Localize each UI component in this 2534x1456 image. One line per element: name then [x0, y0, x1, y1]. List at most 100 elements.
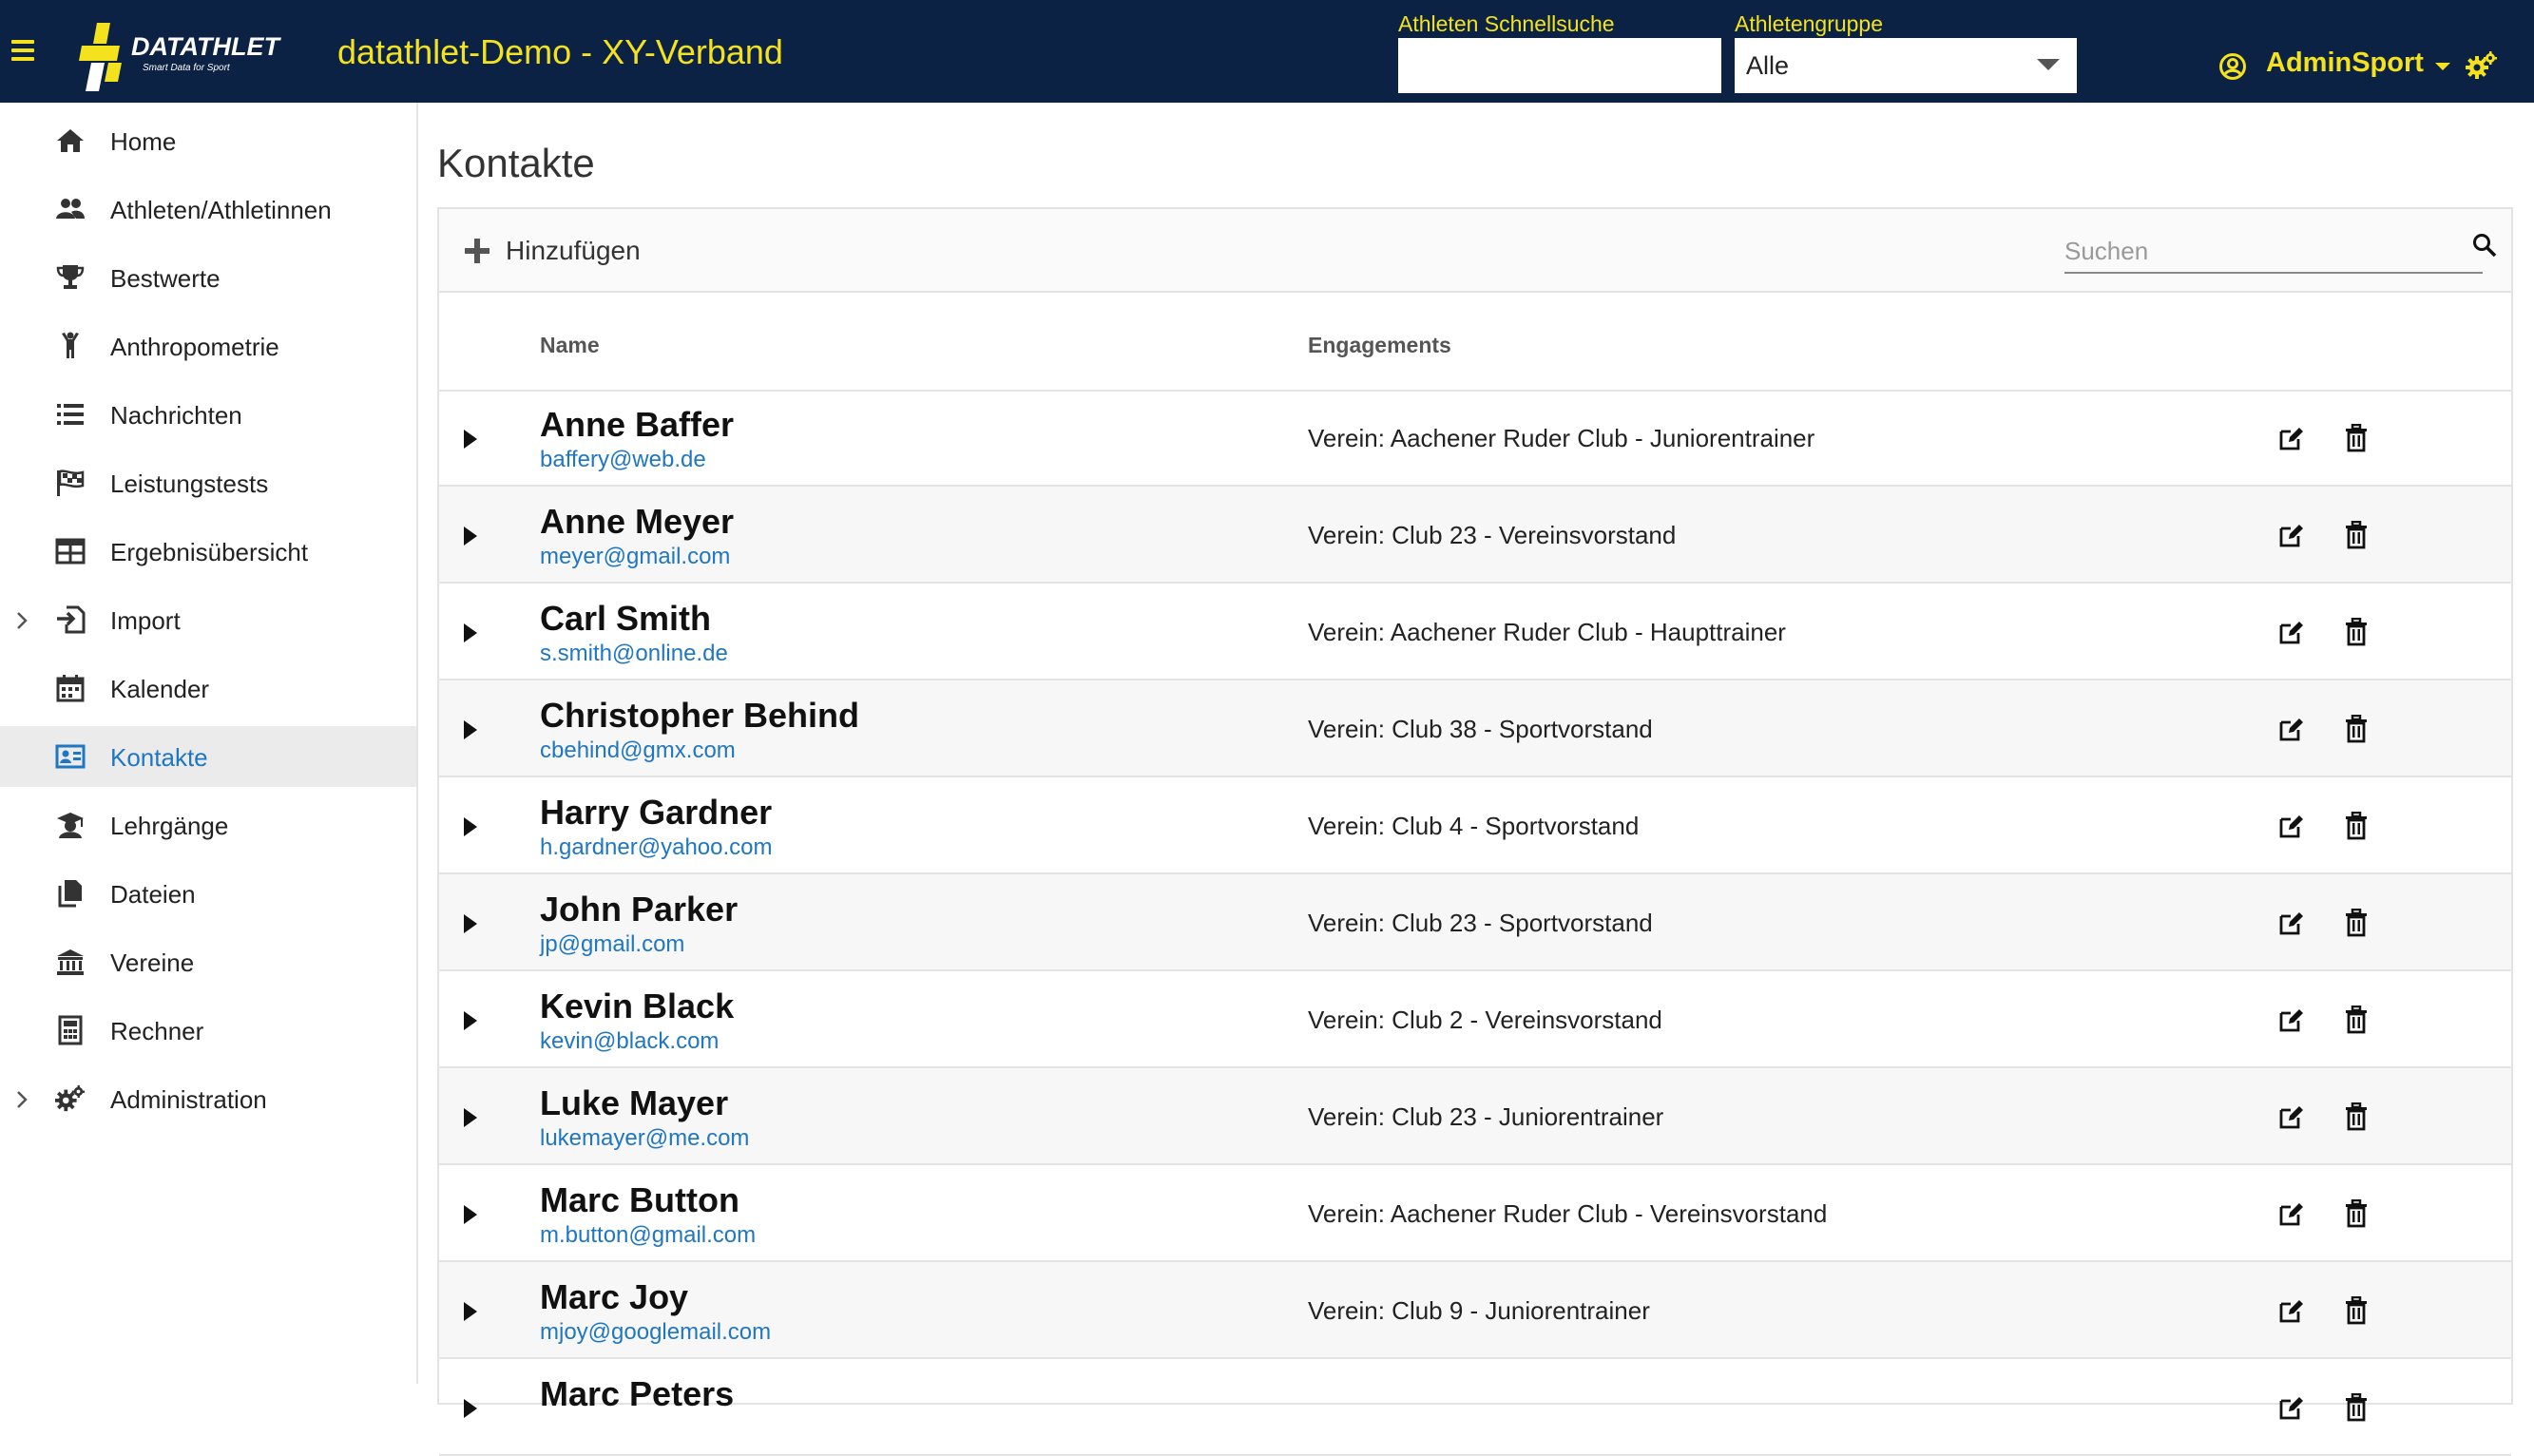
table-row[interactable]: Luke Mayer lukemayer@me.com Verein: Club 2… [439, 1068, 2511, 1165]
edit-icon[interactable] [2277, 715, 2306, 748]
column-header-engagements[interactable]: Engagements [1308, 333, 1451, 358]
table-row[interactable]: John Parker jp@gmail.com Verein: Club 23 -… [439, 874, 2511, 971]
sidebar-item-home[interactable]: Home [0, 110, 416, 171]
edit-icon[interactable] [2277, 424, 2306, 457]
delete-icon[interactable] [2344, 423, 2369, 457]
search-icon[interactable] [2471, 232, 2498, 259]
home-icon [57, 129, 84, 152]
delete-icon[interactable] [2344, 1198, 2369, 1233]
expand-row-icon[interactable] [464, 817, 477, 836]
logo-tagline: Smart Data for Sport [143, 63, 231, 73]
sidebar-item-leistungstests[interactable]: Leistungstests [0, 452, 416, 513]
contact-name: Kevin Black [540, 987, 735, 1025]
table-row[interactable]: Marc Peters [439, 1359, 2511, 1456]
contact-email-link[interactable]: m.button@gmail.com [540, 1222, 756, 1249]
expand-row-icon[interactable] [464, 623, 477, 642]
sidebar-item-label: Import [110, 606, 181, 635]
contact-email-link[interactable]: cbehind@gmx.com [540, 738, 736, 764]
sidebar-item-bestwerte[interactable]: Bestwerte [0, 247, 416, 308]
delete-icon[interactable] [2344, 811, 2369, 845]
delete-icon[interactable] [2344, 714, 2369, 748]
sidebar-item-administration[interactable]: Administration [0, 1068, 416, 1129]
contact-name: Anne Baffer [540, 405, 735, 444]
table-row[interactable]: Marc Joy mjoy@googlemail.com Verein: Club … [439, 1262, 2511, 1359]
contact-engagement: Verein: Club 23 - Juniorentrainer [1308, 1102, 1664, 1131]
trophy-icon [56, 265, 85, 289]
contact-name: Anne Meyer [540, 502, 735, 541]
table-row[interactable]: Marc Button m.button@gmail.com Verein: Aac… [439, 1165, 2511, 1262]
delete-icon[interactable] [2344, 1005, 2369, 1039]
edit-icon[interactable] [2277, 1296, 2306, 1330]
sidebar-item-label: Anthropometrie [110, 333, 279, 361]
contact-email-link[interactable]: s.smith@online.de [540, 641, 728, 667]
calculator-icon [58, 1015, 83, 1045]
delete-icon[interactable] [2344, 1102, 2369, 1136]
table-row[interactable]: Anne Baffer baffery@web.de Verein: Aachene… [439, 390, 2511, 487]
files-icon [58, 880, 82, 908]
athlete-group-select[interactable]: Alle [1735, 38, 2077, 93]
sidebar-item-ergebnisuebersicht[interactable]: Ergebnisübersicht [0, 521, 416, 582]
delete-icon[interactable] [2344, 617, 2369, 651]
sidebar-item-athletes[interactable]: Athleten/Athletinnen [0, 179, 416, 239]
contact-email-link[interactable]: mjoy@googlemail.com [540, 1319, 771, 1346]
table-row[interactable]: Kevin Black kevin@black.com Verein: Club 2… [439, 971, 2511, 1068]
edit-icon[interactable] [2277, 1102, 2306, 1136]
edit-icon[interactable] [2277, 1199, 2306, 1233]
edit-icon[interactable] [2277, 521, 2306, 554]
chevron-right-icon[interactable] [15, 610, 29, 631]
datathlet-logo[interactable]: DATATHLET Smart Data for Sport [78, 23, 297, 91]
sidebar-item-rechner[interactable]: Rechner [0, 1000, 416, 1061]
chevron-right-icon[interactable] [15, 1089, 29, 1110]
edit-icon[interactable] [2277, 812, 2306, 845]
sidebar-item-kalender[interactable]: Kalender [0, 658, 416, 718]
search-input[interactable] [2064, 230, 2483, 274]
sidebar-item-label: Bestwerte [110, 264, 221, 293]
table-row[interactable]: Anne Meyer meyer@gmail.com Verein: Club 23… [439, 487, 2511, 584]
hamburger-menu-icon[interactable] [11, 40, 34, 63]
sidebar-item-nachrichten[interactable]: Nachrichten [0, 384, 416, 445]
contact-email-link[interactable]: h.gardner@yahoo.com [540, 834, 773, 861]
edit-icon[interactable] [2277, 1393, 2306, 1427]
table-row[interactable]: Harry Gardner h.gardner@yahoo.com Verein: … [439, 777, 2511, 874]
sidebar-item-label: Leistungstests [110, 469, 269, 498]
expand-row-icon[interactable] [464, 914, 477, 933]
expand-row-icon[interactable] [464, 1108, 477, 1127]
sidebar-item-dateien[interactable]: Dateien [0, 863, 416, 924]
delete-icon[interactable] [2344, 1392, 2369, 1427]
expand-row-icon[interactable] [464, 1399, 477, 1418]
contact-email-link[interactable]: meyer@gmail.com [540, 544, 730, 570]
sidebar-item-import[interactable]: Import [0, 589, 416, 650]
delete-icon[interactable] [2344, 1295, 2369, 1330]
sidebar-item-label: Vereine [110, 948, 195, 977]
delete-icon[interactable] [2344, 520, 2369, 554]
column-header-name[interactable]: Name [540, 333, 600, 358]
delete-icon[interactable] [2344, 908, 2369, 942]
table-row[interactable]: Carl Smith s.smith@online.de Verein: Aache… [439, 584, 2511, 680]
sidebar-item-label: Ergebnisübersicht [110, 538, 309, 566]
cogs-icon[interactable] [2466, 51, 2498, 80]
contact-email-link[interactable]: lukemayer@me.com [540, 1125, 749, 1152]
edit-icon[interactable] [2277, 909, 2306, 942]
user-circle-icon [2219, 53, 2246, 80]
contact-email-link[interactable]: kevin@black.com [540, 1028, 719, 1055]
expand-row-icon[interactable] [464, 1011, 477, 1030]
sidebar-item-kontakte[interactable]: Kontakte [0, 726, 416, 787]
contact-engagement: Verein: Club 23 - Vereinsvorstand [1308, 521, 1677, 549]
expand-row-icon[interactable] [464, 527, 477, 546]
sidebar-item-label: Nachrichten [110, 401, 242, 430]
contact-email-link[interactable]: jp@gmail.com [540, 931, 684, 958]
contact-email-link[interactable]: baffery@web.de [540, 447, 706, 473]
sidebar-item-label: Administration [110, 1085, 267, 1114]
edit-icon[interactable] [2277, 1006, 2306, 1039]
expand-row-icon[interactable] [464, 720, 477, 739]
athlete-quick-search-input[interactable] [1398, 38, 1721, 93]
sidebar-item-vereine[interactable]: Vereine [0, 931, 416, 992]
edit-icon[interactable] [2277, 618, 2306, 651]
expand-row-icon[interactable] [464, 430, 477, 449]
table-row[interactable]: Christopher Behind cbehind@gmx.com Verein:… [439, 680, 2511, 777]
expand-row-icon[interactable] [464, 1302, 477, 1321]
expand-row-icon[interactable] [464, 1205, 477, 1224]
page-title: Kontakte [437, 141, 595, 185]
sidebar-item-anthropometrie[interactable]: Anthropometrie [0, 316, 416, 376]
sidebar-item-lehrgaenge[interactable]: Lehrgänge [0, 795, 416, 855]
